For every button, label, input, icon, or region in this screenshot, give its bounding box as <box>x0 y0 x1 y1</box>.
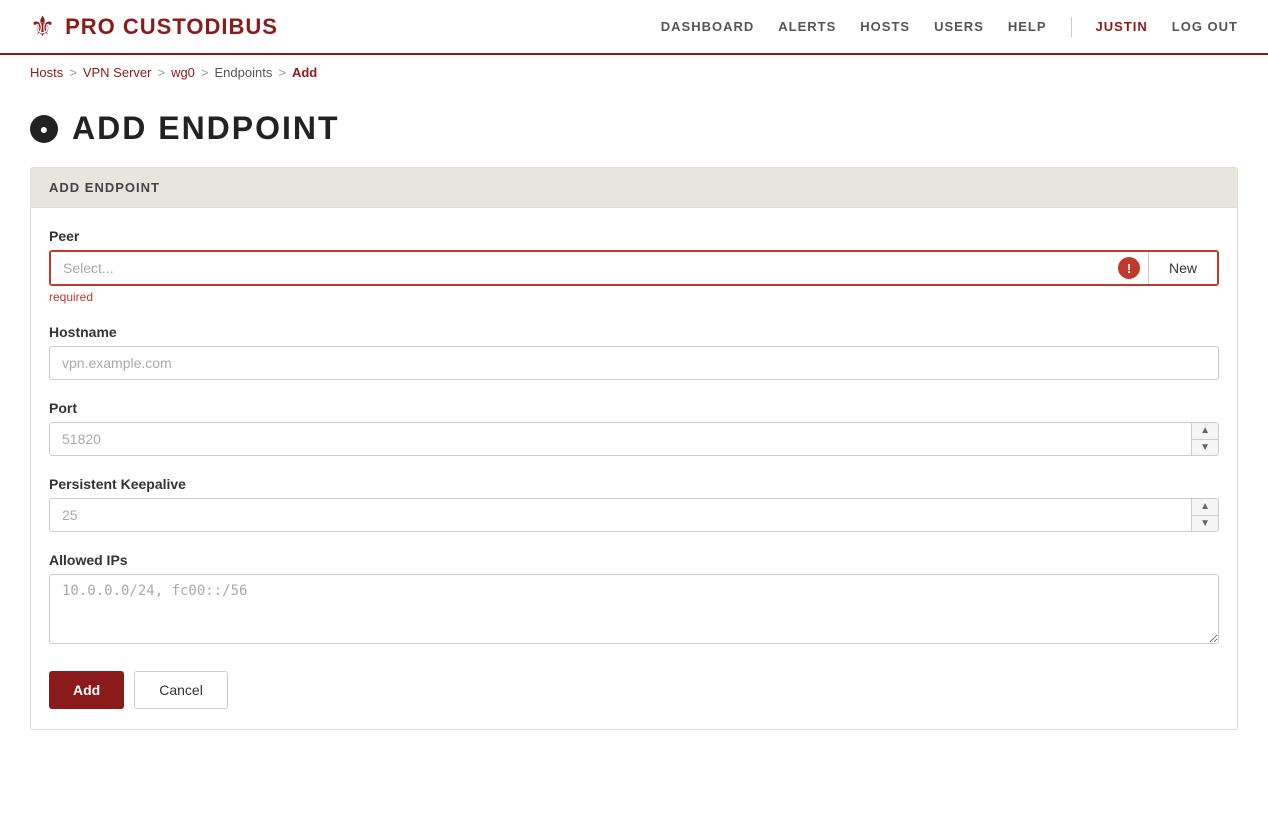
peer-select-input[interactable] <box>51 252 1110 284</box>
peer-warning-icon: ! <box>1118 257 1140 279</box>
port-input[interactable] <box>50 423 1191 455</box>
hostname-input[interactable] <box>49 346 1219 380</box>
breadcrumb: Hosts > VPN Server > wg0 > Endpoints > A… <box>0 55 1268 90</box>
main-nav: DASHBOARD ALERTS HOSTS USERS HELP JUSTIN… <box>661 17 1238 37</box>
breadcrumb-wg0[interactable]: wg0 <box>171 65 195 80</box>
header: ⚜ PRO CUSTODIBUS DASHBOARD ALERTS HOSTS … <box>0 0 1268 55</box>
port-spinner-buttons: ▲ ▼ <box>1191 423 1218 455</box>
nav-users[interactable]: USERS <box>934 19 984 34</box>
add-endpoint-card: ADD ENDPOINT Peer ! New required Hostnam… <box>30 167 1238 730</box>
keepalive-group: Persistent Keepalive ▲ ▼ <box>49 476 1219 532</box>
nav-logout[interactable]: LOG OUT <box>1172 19 1238 34</box>
breadcrumb-sep-2: > <box>157 65 165 80</box>
breadcrumb-vpnserver[interactable]: VPN Server <box>83 65 152 80</box>
port-group: Port ▲ ▼ <box>49 400 1219 456</box>
keepalive-increment-button[interactable]: ▲ <box>1192 499 1218 515</box>
nav-user: JUSTIN <box>1096 19 1148 34</box>
card-header: ADD ENDPOINT <box>31 168 1237 208</box>
logo: ⚜ PRO CUSTODIBUS <box>30 10 278 43</box>
port-increment-button[interactable]: ▲ <box>1192 423 1218 439</box>
breadcrumb-sep-4: > <box>278 65 286 80</box>
port-label: Port <box>49 400 1219 416</box>
peer-group: Peer ! New required <box>49 228 1219 304</box>
logo-text: PRO CUSTODIBUS <box>65 14 278 40</box>
logo-icon: ⚜ <box>30 10 55 43</box>
breadcrumb-add: Add <box>292 65 317 80</box>
add-button[interactable]: Add <box>49 671 124 709</box>
form-buttons: Add Cancel <box>49 671 1219 709</box>
peer-label: Peer <box>49 228 1219 244</box>
page-title: ADD ENDPOINT <box>72 110 340 147</box>
keepalive-label: Persistent Keepalive <box>49 476 1219 492</box>
nav-divider <box>1071 17 1072 37</box>
allowed-ips-group: Allowed IPs <box>49 552 1219 647</box>
keepalive-decrement-button[interactable]: ▼ <box>1192 516 1218 532</box>
card-body: Peer ! New required Hostname Port <box>31 208 1237 729</box>
breadcrumb-endpoints: Endpoints <box>215 65 273 80</box>
peer-highlight-box: ! New <box>49 250 1219 286</box>
nav-alerts[interactable]: ALERTS <box>778 19 836 34</box>
page-title-icon: ● <box>30 115 58 143</box>
peer-required-text: required <box>49 290 1219 304</box>
breadcrumb-sep-3: > <box>201 65 209 80</box>
keepalive-spinner-wrap: ▲ ▼ <box>49 498 1219 532</box>
keepalive-spinner-buttons: ▲ ▼ <box>1191 499 1218 531</box>
nav-dashboard[interactable]: DASHBOARD <box>661 19 755 34</box>
record-icon: ● <box>40 121 48 137</box>
keepalive-input[interactable] <box>50 499 1191 531</box>
breadcrumb-hosts[interactable]: Hosts <box>30 65 63 80</box>
peer-warning-area: ! <box>1110 252 1148 284</box>
port-decrement-button[interactable]: ▼ <box>1192 440 1218 456</box>
hostname-label: Hostname <box>49 324 1219 340</box>
nav-hosts[interactable]: HOSTS <box>860 19 910 34</box>
hostname-group: Hostname <box>49 324 1219 380</box>
breadcrumb-sep-1: > <box>69 65 77 80</box>
cancel-button[interactable]: Cancel <box>134 671 228 709</box>
allowed-ips-textarea[interactable] <box>49 574 1219 644</box>
peer-new-button[interactable]: New <box>1148 252 1217 284</box>
port-spinner-wrap: ▲ ▼ <box>49 422 1219 456</box>
nav-help[interactable]: HELP <box>1008 19 1047 34</box>
allowed-ips-label: Allowed IPs <box>49 552 1219 568</box>
page-title-area: ● ADD ENDPOINT <box>0 90 1268 167</box>
